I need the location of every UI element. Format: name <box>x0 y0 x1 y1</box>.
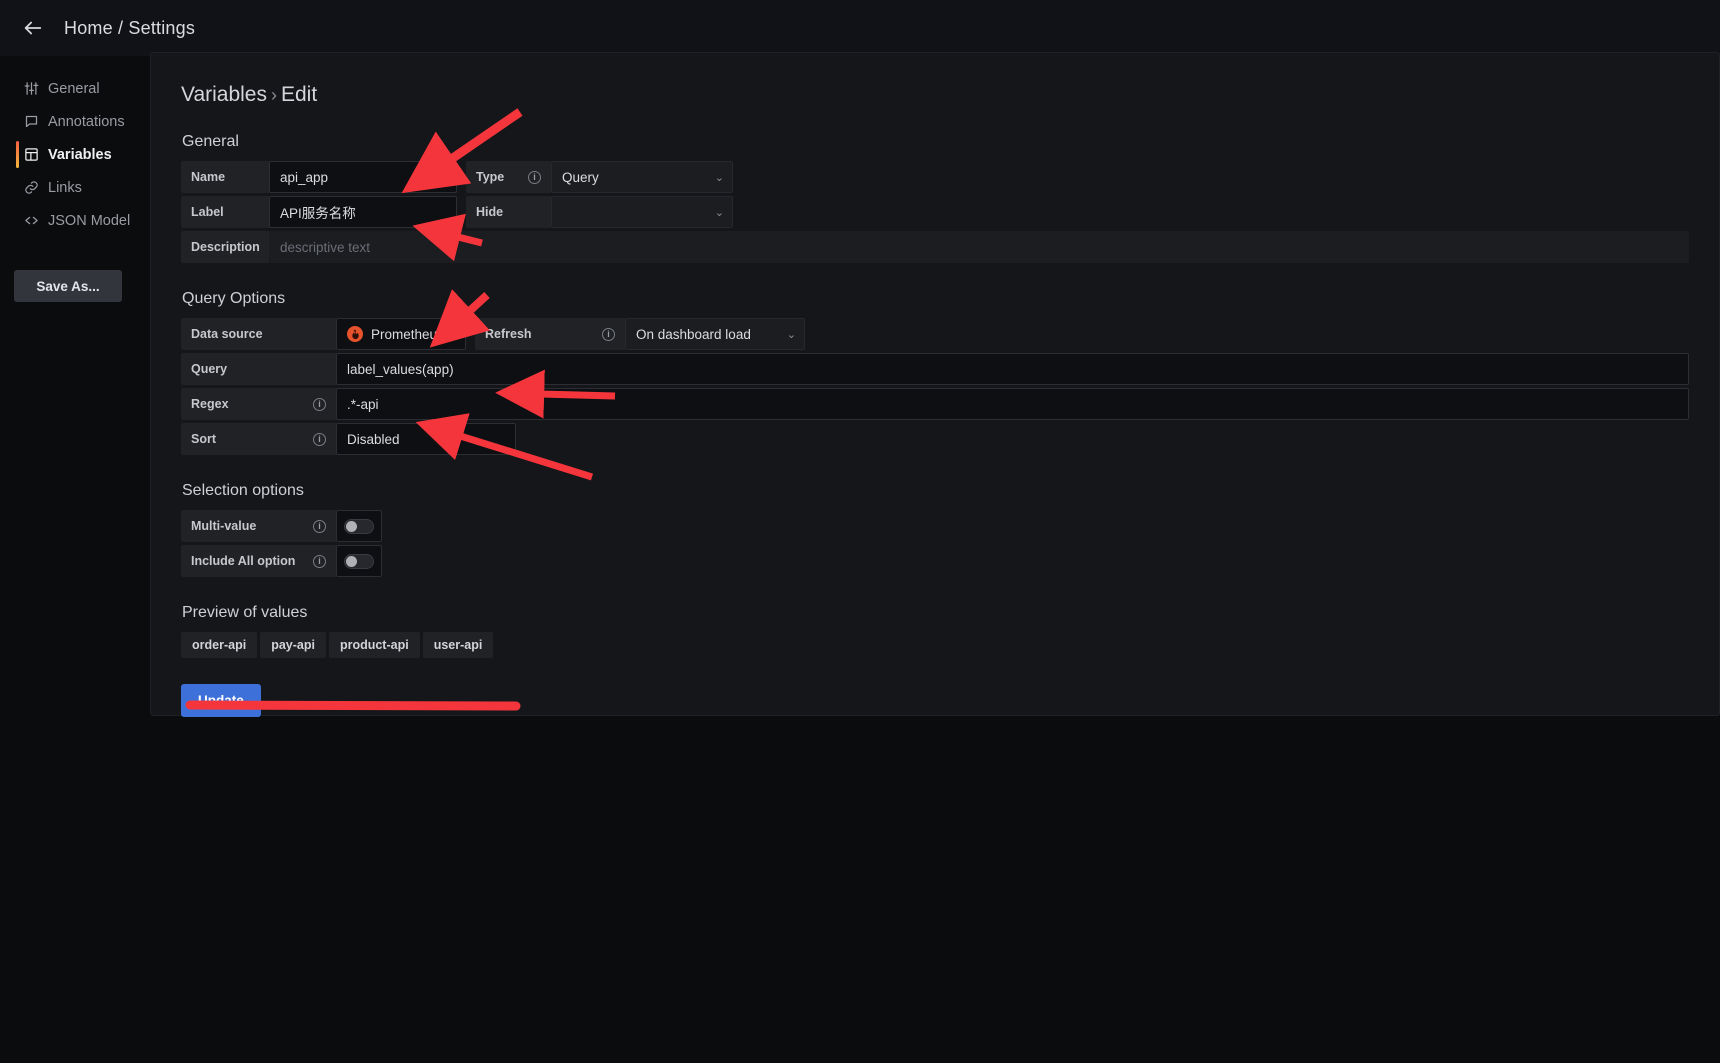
preview-value-chip[interactable]: order-api <box>181 632 258 658</box>
title-separator: › <box>271 85 277 105</box>
preview-heading: Preview of values <box>182 604 308 621</box>
hide-label: Hide <box>466 196 551 228</box>
app-root: Home / Settings General Annotations Vari… <box>0 0 1720 1063</box>
code-icon <box>24 213 39 228</box>
save-as-button[interactable]: Save As... <box>14 270 122 302</box>
description-label: Description <box>181 231 269 263</box>
include-all-label: Include All option i <box>181 545 336 577</box>
sidebar-item-label: Annotations <box>48 113 125 130</box>
update-button[interactable]: Update <box>181 684 261 717</box>
toggle-knob <box>346 555 357 567</box>
toggle-knob <box>346 520 357 532</box>
comment-icon <box>24 114 39 129</box>
datasource-row: Data source Prometheus ⌄ Refresh i On da… <box>181 318 1689 350</box>
sidebar-item-links[interactable]: Links <box>0 171 150 204</box>
page-title-edit: Edit <box>281 83 318 106</box>
refresh-label: Refresh i <box>475 318 625 350</box>
preview-value-chip[interactable]: pay-api <box>260 632 326 658</box>
chevron-down-icon: ⌄ <box>786 328 796 341</box>
hide-select[interactable]: ⌄ <box>551 196 733 228</box>
selection-options-heading: Selection options <box>182 482 304 499</box>
toggle-track <box>344 553 374 569</box>
label-input[interactable]: API服务名称 <box>269 196 457 228</box>
preview-value-chip[interactable]: user-api <box>422 632 494 658</box>
multi-value-label-text: Multi-value <box>191 519 257 533</box>
sidebar-item-label: Variables <box>48 146 112 163</box>
sort-label-text: Sort <box>191 432 216 446</box>
sidebar-item-variables[interactable]: Variables <box>0 138 150 171</box>
preview-values-list: order-api pay-api product-api user-api <box>181 632 1689 658</box>
query-label: Query <box>181 353 336 385</box>
type-info-icon[interactable]: i <box>528 170 541 184</box>
description-row: Description descriptive text <box>181 231 1689 263</box>
multi-value-label: Multi-value i <box>181 510 336 542</box>
query-input[interactable]: label_values(app) <box>336 353 1689 385</box>
include-all-row: Include All option i <box>181 545 1689 577</box>
regex-info-icon[interactable]: i <box>313 397 326 411</box>
datasource-select[interactable]: Prometheus ⌄ <box>336 318 466 350</box>
regex-label-text: Regex <box>191 397 229 411</box>
description-input[interactable]: descriptive text <box>269 231 1689 263</box>
sort-select[interactable]: Disabled <box>336 423 516 455</box>
prometheus-icon <box>347 326 363 342</box>
label-row: Label API服务名称 Hide ⌄ <box>181 196 1689 228</box>
query-row: Query label_values(app) <box>181 353 1689 385</box>
multi-value-info-icon[interactable]: i <box>313 519 326 533</box>
query-options-heading: Query Options <box>182 290 286 307</box>
toggle-track <box>344 518 374 534</box>
datasource-label: Data source <box>181 318 336 350</box>
sort-label: Sort i <box>181 423 336 455</box>
refresh-select[interactable]: On dashboard load ⌄ <box>625 318 805 350</box>
refresh-value: On dashboard load <box>636 326 751 342</box>
name-input[interactable]: api_app <box>269 161 457 193</box>
include-all-toggle[interactable] <box>336 545 382 577</box>
sort-row: Sort i Disabled <box>181 423 1689 455</box>
include-all-label-text: Include All option <box>191 554 296 568</box>
link-icon <box>24 180 39 195</box>
chevron-down-icon: ⌄ <box>714 171 724 184</box>
variable-editor-panel: Variables › Edit General Name api_app Type… <box>150 52 1720 717</box>
chevron-down-icon: ⌄ <box>714 206 724 219</box>
top-bar: Home / Settings <box>0 0 1720 56</box>
include-all-info-icon[interactable]: i <box>313 554 326 568</box>
sidebar-item-json-model[interactable]: JSON Model <box>0 204 150 237</box>
refresh-label-text: Refresh <box>485 327 532 341</box>
regex-label: Regex i <box>181 388 336 420</box>
name-row: Name api_app Type i Query ⌄ <box>181 161 1689 193</box>
settings-sidebar: General Annotations Variables Links JSON… <box>0 56 150 1063</box>
label-label: Label <box>181 196 269 228</box>
refresh-info-icon[interactable]: i <box>602 327 615 341</box>
chevron-down-icon: ⌄ <box>451 328 462 341</box>
sidebar-item-label: JSON Model <box>48 212 131 229</box>
name-label: Name <box>181 161 269 193</box>
table-icon <box>24 147 39 162</box>
general-section-heading: General <box>182 133 239 150</box>
breadcrumb[interactable]: Home / Settings <box>64 18 195 39</box>
sidebar-item-label: Links <box>48 179 82 196</box>
page-title-variables: Variables <box>181 83 267 106</box>
type-label: Type i <box>466 161 551 193</box>
datasource-value: Prometheus <box>371 326 444 342</box>
regex-input[interactable]: .*-api <box>336 388 1689 420</box>
sliders-icon <box>24 81 39 96</box>
sidebar-item-annotations[interactable]: Annotations <box>0 105 150 138</box>
back-arrow-icon[interactable] <box>18 13 48 43</box>
preview-value-chip[interactable]: product-api <box>328 632 420 658</box>
type-select-value: Query <box>562 169 599 185</box>
sidebar-item-label: General <box>48 80 100 97</box>
regex-row: Regex i .*-api <box>181 388 1689 420</box>
hide-label-text: Hide <box>476 205 504 219</box>
sort-info-icon[interactable]: i <box>313 432 326 446</box>
page-title: Variables › Edit <box>181 83 1689 107</box>
sidebar-item-general[interactable]: General <box>0 72 150 105</box>
multi-value-row: Multi-value i <box>181 510 1689 542</box>
type-label-text: Type <box>476 170 505 184</box>
multi-value-toggle[interactable] <box>336 510 382 542</box>
type-select[interactable]: Query ⌄ <box>551 161 733 193</box>
